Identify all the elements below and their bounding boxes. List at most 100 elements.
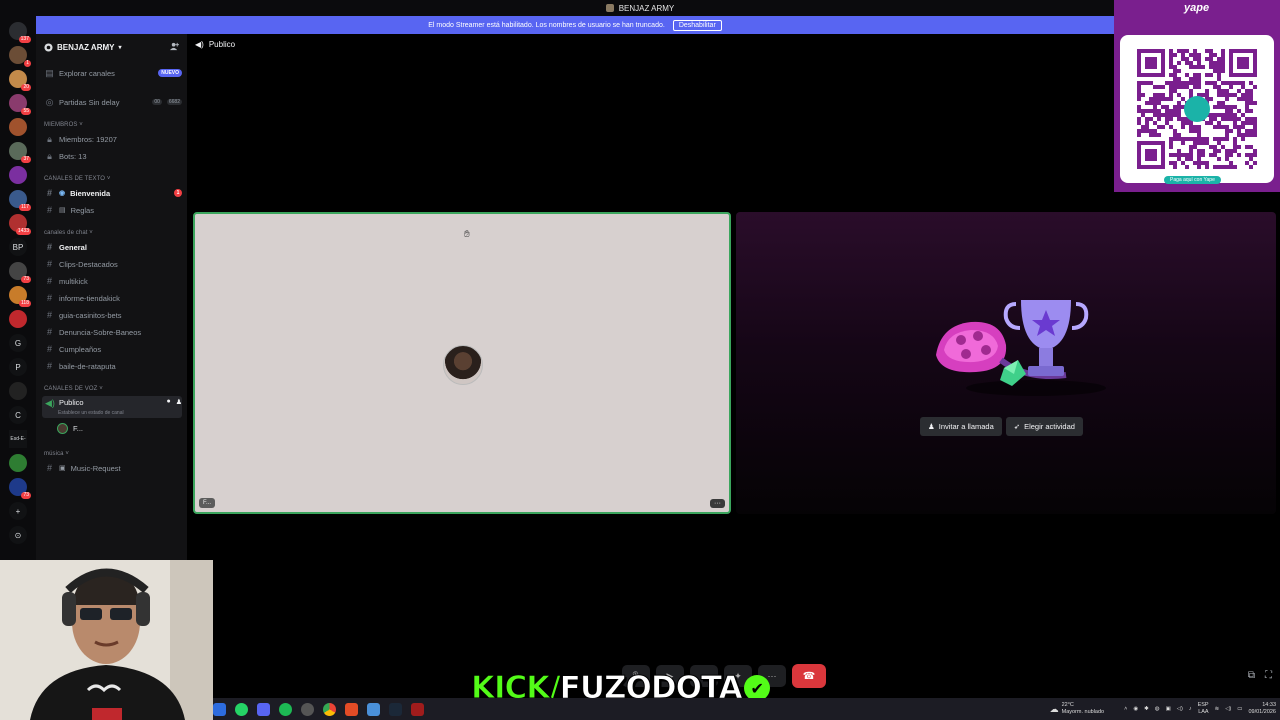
server-icon[interactable] [9, 118, 27, 136]
member-name: F... [73, 423, 84, 433]
server-icon[interactable]: P [9, 358, 27, 376]
bluetooth-icon[interactable]: ✱ [1144, 706, 1149, 712]
disconnect-button[interactable]: ☎︎ [792, 664, 826, 688]
activity-tile: ♟ Invitar a llamada ➶ Elegir actividad [736, 212, 1276, 514]
server-icon[interactable]: + [9, 502, 27, 520]
hash-icon: # [46, 259, 52, 269]
wifi-icon[interactable]: ≋ [1215, 706, 1220, 712]
chat-bubble-icon[interactable]: ● [166, 398, 170, 405]
fullscreen-icon[interactable]: ⛶ [1265, 670, 1272, 681]
unread-badge: 1433 [15, 228, 31, 235]
server-header[interactable]: BENJAZ ARMY ▾ [44, 41, 179, 53]
qr-code-box [1120, 35, 1274, 183]
window-title: BENJAZ ARMY [618, 3, 675, 13]
channel-reglas[interactable]: # ▤ Reglas [42, 203, 182, 217]
chevron-up-icon[interactable]: ˄ [1124, 706, 1127, 712]
channel-music-request[interactable]: # ▣ Music-Request [42, 461, 182, 475]
channel-baile-de-rataputa[interactable]: # baile-de-rataputa [42, 359, 182, 373]
add-member-icon[interactable]: ♟ [176, 398, 182, 406]
popout-icon[interactable]: ⧉ [1248, 670, 1255, 681]
channel-guia-casinitos-bets[interactable]: # guia-casinitos-bets [42, 308, 182, 322]
member-count-channel[interactable]: 🔒︎ Miembros: 19207 [42, 132, 182, 146]
server-icon[interactable] [9, 382, 27, 400]
server-icon[interactable]: 55 [9, 94, 31, 115]
channel-header-title: Publico [208, 40, 236, 49]
server-icon[interactable]: 1433 [9, 214, 31, 235]
webcam-feed [0, 560, 213, 720]
language-indicator[interactable]: ESP LAA [1198, 702, 1209, 716]
app-tray-icon[interactable]: ▣ [1166, 706, 1171, 712]
server-icon[interactable]: 137 [9, 22, 31, 43]
server-icon[interactable]: 37 [9, 142, 31, 163]
server-icon[interactable]: G [9, 334, 27, 352]
invite-people-icon[interactable] [170, 42, 179, 51]
steam-icon[interactable] [389, 702, 402, 716]
more-options-button[interactable]: ··· [710, 499, 725, 508]
server-initials: P [15, 362, 21, 372]
channel-bienvenida[interactable]: # ◉ Bienvenida 1 [42, 186, 182, 200]
channel-denuncia-sobre-baneos[interactable]: # Denuncia-Sobre-Baneos [42, 325, 182, 339]
obs-icon[interactable] [301, 702, 314, 716]
voice-member[interactable]: F... [54, 421, 182, 435]
clock[interactable]: 14:33 09/01/2026 [1248, 702, 1276, 716]
voice-channel-name: Publico [59, 398, 84, 407]
server-icon[interactable] [9, 166, 27, 184]
user-video-tile[interactable]: ✋︎ F... ··· [193, 212, 731, 514]
disable-streamer-button[interactable]: Deshabilitar [672, 19, 722, 31]
mention-badge: 1 [174, 189, 182, 197]
category-chat-channels[interactable]: canales de chat ˅ [44, 230, 93, 236]
hang-up-icon: ☎︎ [802, 670, 816, 682]
app-icon[interactable] [345, 702, 358, 716]
spotify-icon[interactable] [279, 702, 292, 716]
explore-channels[interactable]: ▤ Explorar canales NUEVO [42, 66, 182, 80]
server-icon[interactable]: 1 [9, 46, 31, 67]
weather-widget[interactable]: ☁ 22°C Mayorm. nublado [1050, 702, 1105, 716]
channel-status[interactable]: Establece un estado de canal [58, 410, 124, 416]
user-avatar [443, 345, 483, 385]
whatsapp-icon[interactable] [235, 702, 248, 716]
bot-count-channel[interactable]: 🔒︎ Bots: 13 [42, 149, 182, 163]
channel-general[interactable]: # General [42, 240, 182, 254]
server-icon[interactable] [9, 310, 27, 328]
server-icon[interactable]: Esd-E- [9, 430, 27, 448]
notepad-icon[interactable] [367, 702, 380, 716]
steam-tray-icon[interactable]: ◉ [1133, 706, 1138, 712]
channel-name: Music-Request [70, 463, 121, 473]
hash-icon: # [46, 310, 52, 320]
invite-to-call-button[interactable]: ♟ Invitar a llamada [920, 417, 1002, 436]
discord-icon[interactable] [257, 702, 270, 716]
channel-informe-tiendakick[interactable]: # informe-tiendakick [42, 291, 182, 305]
screen: BENJAZ ARMY El modo Streamer está habili… [0, 0, 1280, 720]
server-icon[interactable]: 73 [9, 262, 31, 283]
volume-icon[interactable]: ◁) [1225, 706, 1231, 712]
mic-tray-icon[interactable]: ♪ [1189, 706, 1192, 712]
server-icon[interactable]: 20 [9, 70, 31, 91]
server-icon[interactable]: 73 [9, 478, 31, 499]
server-badge-icon [44, 42, 53, 52]
dota-icon[interactable] [411, 702, 424, 716]
battery-icon[interactable]: ▭ [1237, 706, 1242, 712]
category-label: canales de chat [44, 230, 88, 236]
speaker-icon[interactable]: ◁) [1177, 706, 1183, 712]
file-explorer-icon[interactable] [213, 702, 226, 716]
channel-clips-destacados[interactable]: # Clips-Destacados [42, 257, 182, 271]
partidas-event[interactable]: ◎ Partidas Sin delay 00 6682 [42, 95, 182, 109]
choose-activity-button[interactable]: ➶ Elegir actividad [1005, 417, 1083, 436]
chrome-icon[interactable] [323, 702, 336, 716]
category-music[interactable]: música ˅ [44, 451, 69, 457]
channel-multikick[interactable]: # multikick [42, 274, 182, 288]
app-tray-icon[interactable]: ◍ [1155, 706, 1160, 712]
server-icon[interactable] [9, 454, 27, 472]
server-initials: C [15, 410, 21, 420]
category-voice-channels[interactable]: CANALES DE VOZ ˅ [44, 386, 103, 392]
server-icon[interactable]: C [9, 406, 27, 424]
category-members[interactable]: MIEMBROS ˅ [44, 122, 83, 128]
channel-name: Bienvenida [70, 188, 111, 198]
channel-cumpleaños[interactable]: # Cumpleaños [42, 342, 182, 356]
weather-condition: Mayorm. nublado [1061, 709, 1105, 715]
server-icon[interactable]: ⊙ [9, 526, 27, 544]
category-text-channels[interactable]: CANALES DE TEXTO ˅ [44, 176, 110, 182]
server-icon[interactable]: BP [9, 238, 27, 256]
server-icon[interactable]: 117 [9, 190, 31, 211]
server-icon[interactable]: 118 [9, 286, 31, 307]
